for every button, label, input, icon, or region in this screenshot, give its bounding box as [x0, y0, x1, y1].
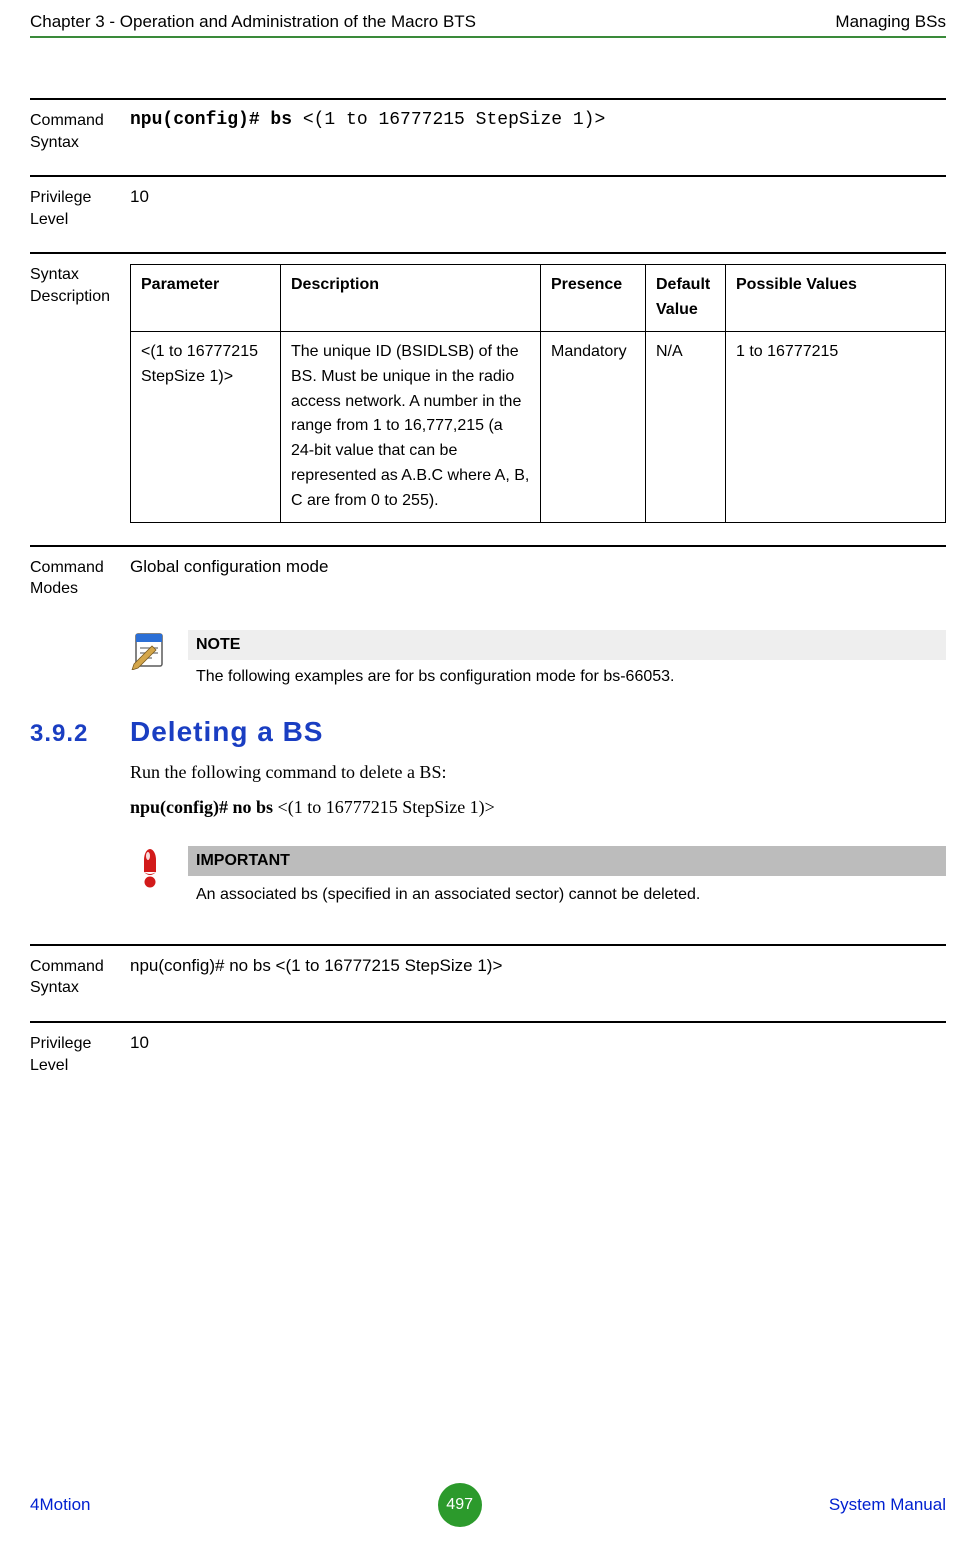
- important-title: IMPORTANT: [188, 846, 946, 876]
- note-text: The following examples are for bs config…: [188, 660, 946, 686]
- command-modes-label: Command Modes: [30, 557, 130, 600]
- td-description: The unique ID (BSIDLSB) of the BS. Must …: [281, 331, 541, 522]
- note-icon: [130, 630, 170, 670]
- table-row: <(1 to 16777215 StepSize 1)> The unique …: [131, 331, 946, 522]
- command-syntax-value: npu(config)# bs <(1 to 16777215 StepSize…: [130, 110, 946, 130]
- command-syntax-label-2: Command Syntax: [30, 956, 130, 999]
- command-modes-value: Global configuration mode: [130, 557, 946, 577]
- section-command-args: <(1 to 16777215 StepSize 1)>: [273, 797, 495, 817]
- command-syntax-command: npu(config)# bs: [130, 110, 292, 130]
- td-presence: Mandatory: [541, 331, 646, 522]
- section-command: npu(config)# no bs <(1 to 16777215 StepS…: [130, 797, 946, 818]
- section-paragraph: Run the following command to delete a BS…: [130, 762, 946, 783]
- td-parameter: <(1 to 16777215 StepSize 1)>: [131, 331, 281, 522]
- note-block: NOTE The following examples are for bs c…: [130, 630, 946, 686]
- header-section: Managing BSs: [835, 12, 946, 32]
- page-number: 497: [438, 1483, 482, 1527]
- note-title: NOTE: [188, 630, 946, 660]
- parameter-table: Parameter Description Presence Default V…: [130, 264, 946, 522]
- footer-right: System Manual: [829, 1495, 946, 1515]
- privilege-level-value-2: 10: [130, 1033, 946, 1053]
- privilege-level-value: 10: [130, 187, 946, 207]
- td-possible: 1 to 16777215: [726, 331, 946, 522]
- important-icon: [130, 846, 170, 888]
- section-number: 3.9.2: [30, 720, 130, 748]
- th-description: Description: [281, 265, 541, 332]
- command-syntax-args: <(1 to 16777215 StepSize 1)>: [292, 110, 605, 130]
- section-command-bold: npu(config)# no bs: [130, 797, 273, 817]
- th-possible: Possible Values: [726, 265, 946, 332]
- syntax-description-label: Syntax Description: [30, 264, 130, 307]
- important-block: IMPORTANT An associated bs (specified in…: [130, 846, 946, 904]
- privilege-level-label-2: Privilege Level: [30, 1033, 130, 1076]
- section-title: Deleting a BS: [130, 716, 323, 748]
- important-text: An associated bs (specified in an associ…: [188, 876, 946, 904]
- header-chapter: Chapter 3 - Operation and Administration…: [30, 12, 476, 32]
- table-header-row: Parameter Description Presence Default V…: [131, 265, 946, 332]
- command-syntax-value-2: npu(config)# no bs <(1 to 16777215 StepS…: [130, 956, 946, 976]
- footer-left: 4Motion: [30, 1495, 90, 1515]
- command-syntax-label: Command Syntax: [30, 110, 130, 153]
- td-default: N/A: [646, 331, 726, 522]
- privilege-level-label: Privilege Level: [30, 187, 130, 230]
- th-presence: Presence: [541, 265, 646, 332]
- th-default: Default Value: [646, 265, 726, 332]
- th-parameter: Parameter: [131, 265, 281, 332]
